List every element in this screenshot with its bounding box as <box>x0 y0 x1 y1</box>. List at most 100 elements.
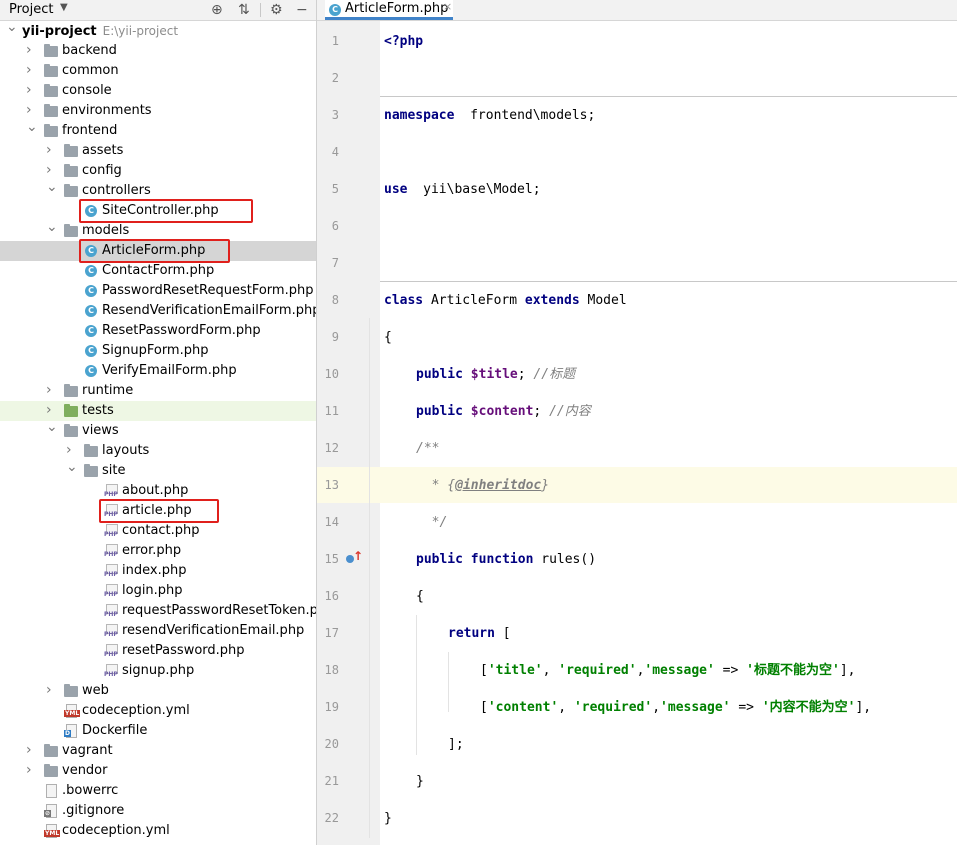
tree-item-index-php[interactable]: PHP index.php <box>0 561 316 581</box>
gear-icon[interactable]: ⚙ <box>270 0 283 20</box>
tree-item-signup-php[interactable]: PHP signup.php <box>0 661 316 681</box>
project-panel: Project ▼ ⊕ ⇅ ⚙ − ⌄ yii-project E:\yii-pro… <box>0 0 317 845</box>
tree-item-web[interactable]: › web <box>0 681 316 701</box>
tree-item-label: layouts <box>102 443 150 458</box>
chevron-down-icon[interactable]: ⌄ <box>26 117 38 137</box>
tree-item-resendverificationemailform-php[interactable]: C ResendVerificationEmailForm.php <box>0 301 316 321</box>
chevron-down-icon[interactable]: ⌄ <box>6 17 18 37</box>
code-line: <?php <box>384 34 424 49</box>
tree-item-verifyemailform-php[interactable]: C VerifyEmailForm.php <box>0 361 316 381</box>
indent-guide <box>448 652 449 712</box>
tree-item-resetpasswordform-php[interactable]: C ResetPasswordForm.php <box>0 321 316 341</box>
text-file-icon <box>46 784 57 798</box>
chevron-right-icon[interactable]: › <box>26 80 36 100</box>
tree-item-contactform-php[interactable]: C ContactForm.php <box>0 261 316 281</box>
php-file-icon: PHP <box>104 484 118 498</box>
tree-item-vagrant[interactable]: › vagrant <box>0 741 316 761</box>
tree-item-environments[interactable]: › environments <box>0 101 316 121</box>
tree-item-contact-php[interactable]: PHP contact.php <box>0 521 316 541</box>
tree-item-label: vendor <box>62 763 108 778</box>
php-class-icon: C <box>85 285 97 297</box>
php-class-icon: C <box>85 365 97 377</box>
chevron-right-icon[interactable]: › <box>46 380 56 400</box>
tree-item-requestpasswordresettoken-php[interactable]: PHP requestPasswordResetToken.php <box>0 601 316 621</box>
tree-item-label: signup.php <box>122 663 195 678</box>
tree-item-resetpassword-php[interactable]: PHP resetPassword.php <box>0 641 316 661</box>
chevron-down-icon[interactable]: ⌄ <box>46 217 58 237</box>
tree-item-label: environments <box>62 103 152 118</box>
tree-item-yii-project[interactable]: ⌄ yii-project E:\yii-project <box>0 19 316 41</box>
tree-item-runtime[interactable]: › runtime <box>0 381 316 401</box>
annotation-highlight-box <box>79 199 253 223</box>
code-line: /** <box>416 441 440 456</box>
locate-icon[interactable]: ⊕ <box>211 0 223 20</box>
tree-item-common[interactable]: › common <box>0 61 316 81</box>
tree-item-codeception-yml[interactable]: YML codeception.yml <box>0 701 316 721</box>
line-number: 14 <box>324 515 339 529</box>
tree-item-resendverificationemail-php[interactable]: PHP resendVerificationEmail.php <box>0 621 316 641</box>
tree-item-login-php[interactable]: PHP login.php <box>0 581 316 601</box>
chevron-right-icon[interactable]: › <box>26 740 36 760</box>
folder-icon <box>44 64 58 77</box>
php-file-icon: PHP <box>104 524 118 538</box>
line-number: 1 <box>331 34 339 48</box>
tree-item-passwordresetrequestform-php[interactable]: C PasswordResetRequestForm.php <box>0 281 316 301</box>
chevron-right-icon[interactable]: › <box>26 760 36 780</box>
tree-item-models[interactable]: ⌄ models <box>0 219 316 241</box>
tree-item-vendor[interactable]: › vendor <box>0 761 316 781</box>
chevron-down-icon[interactable]: ▼ <box>60 2 68 13</box>
folder-icon <box>44 764 58 777</box>
indent-guide <box>416 615 417 755</box>
test-folder-icon <box>64 404 78 417</box>
chevron-down-icon[interactable]: ⌄ <box>66 457 78 477</box>
chevron-down-icon[interactable]: ⌄ <box>46 177 58 197</box>
close-icon[interactable]: × <box>443 0 452 13</box>
chevron-right-icon[interactable]: › <box>46 680 56 700</box>
folder-icon <box>64 144 78 157</box>
tree-item-label: VerifyEmailForm.php <box>102 363 237 378</box>
project-view-selector[interactable]: Project <box>9 2 53 17</box>
tree-item-label: Dockerfile <box>82 723 148 738</box>
line-number: 12 <box>324 441 339 455</box>
tree-item-backend[interactable]: › backend <box>0 41 316 61</box>
implements-method-icon[interactable]: ↑ <box>346 549 364 566</box>
line-number: 6 <box>331 219 339 233</box>
tree-item-label: index.php <box>122 563 187 578</box>
tree-item-controllers[interactable]: ⌄ controllers <box>0 179 316 201</box>
tree-item-error-php[interactable]: PHP error.php <box>0 541 316 561</box>
tree-item-gitignore[interactable]: ⊘ .gitignore <box>0 801 316 821</box>
hide-panel-icon[interactable]: − <box>296 0 308 20</box>
tree-item-label: vagrant <box>62 743 113 758</box>
chevron-right-icon[interactable]: › <box>46 140 56 160</box>
code-line: } <box>416 774 424 789</box>
tree-item-codeception-yml[interactable]: YML codeception.yml <box>0 821 316 841</box>
line-number: 4 <box>331 145 339 159</box>
tree-item-about-php[interactable]: PHP about.php <box>0 481 316 501</box>
tree-item-dockerfile[interactable]: D Dockerfile <box>0 721 316 741</box>
line-number: 10 <box>324 367 339 381</box>
chevron-right-icon[interactable]: › <box>26 60 36 80</box>
code-line: use yii\base\Model; <box>384 182 541 197</box>
tree-item-layouts[interactable]: › layouts <box>0 441 316 461</box>
tree-item-frontend[interactable]: ⌄ frontend <box>0 119 316 141</box>
collapse-all-icon[interactable]: ⇅ <box>238 0 250 20</box>
chevron-right-icon[interactable]: › <box>26 40 36 60</box>
tree-item-views[interactable]: ⌄ views <box>0 419 316 441</box>
tree-item-label: frontend <box>62 123 118 138</box>
chevron-down-icon[interactable]: ⌄ <box>46 417 58 437</box>
folder-icon <box>44 44 58 57</box>
code-line: * {@inheritdoc} <box>416 478 550 493</box>
code-line: public function rules() <box>416 552 597 567</box>
php-class-icon: C <box>329 4 341 16</box>
tree-item-signupform-php[interactable]: C SignupForm.php <box>0 341 316 361</box>
tree-item-site[interactable]: ⌄ site <box>0 459 316 481</box>
project-panel-header: Project ▼ ⊕ ⇅ ⚙ − <box>0 0 316 21</box>
tree-item-assets[interactable]: › assets <box>0 141 316 161</box>
line-number: 17 <box>324 626 339 640</box>
code-line: { <box>416 589 424 604</box>
tab-articleform[interactable]: C ArticleForm.php × <box>325 0 453 20</box>
tree-item-bowerrc[interactable]: .bowerrc <box>0 781 316 801</box>
arrow-up-icon: ↑ <box>353 549 364 563</box>
tree-item-console[interactable]: › console <box>0 81 316 101</box>
tree-item-label: requestPasswordResetToken.php <box>122 603 317 618</box>
